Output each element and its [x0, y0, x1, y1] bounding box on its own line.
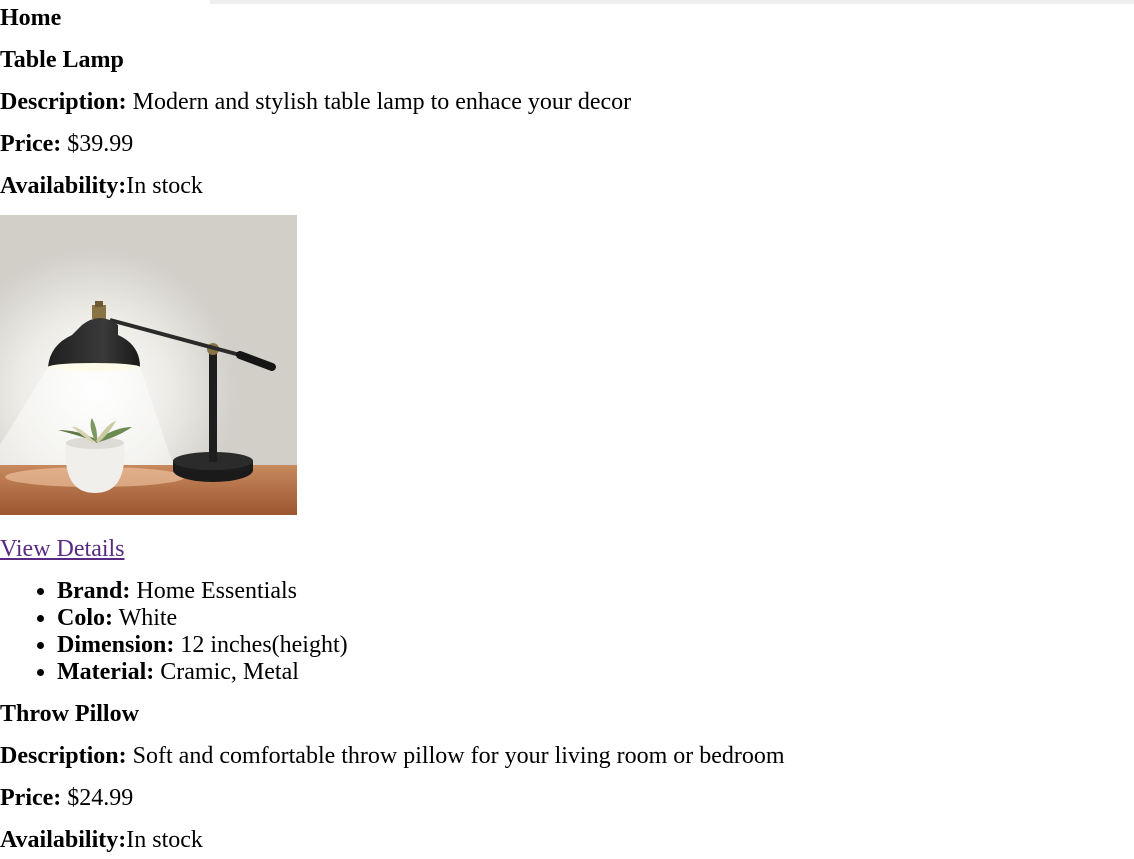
spec-value: White — [113, 605, 178, 631]
spec-label: Dimension: — [57, 632, 175, 658]
spec-label: Colo: — [57, 605, 113, 631]
spec-item-color: Colo: White — [57, 605, 348, 632]
spec-item-brand: Brand: Home Essentials — [57, 578, 348, 605]
product-description: Description: Modern and stylish table la… — [0, 88, 631, 116]
table-lamp-photo — [0, 215, 297, 515]
product-description: Description: Soft and comfortable throw … — [0, 742, 785, 770]
description-text: Modern and stylish table lamp to enhace … — [126, 89, 632, 115]
availability-value: In stock — [126, 173, 203, 199]
product-availability: Availability:In stock — [0, 172, 203, 200]
spec-item-material: Material: Cramic, Metal — [57, 659, 348, 686]
spec-label: Material: — [57, 659, 155, 685]
availability-label: Availability: — [0, 827, 127, 853]
product-price: Price: $24.99 — [0, 784, 133, 812]
availability-value: In stock — [126, 827, 203, 853]
product-price: Price: $39.99 — [0, 130, 133, 158]
spec-value: Cramic, Metal — [154, 659, 299, 685]
description-label: Description: — [0, 89, 127, 115]
spec-label: Brand: — [57, 578, 131, 604]
spec-value: 12 inches(height) — [174, 632, 348, 658]
description-text: Soft and comfortable throw pillow for yo… — [126, 743, 785, 769]
availability-label: Availability: — [0, 173, 127, 199]
price-value: $24.99 — [61, 785, 134, 811]
view-details-link[interactable]: View Details — [0, 536, 125, 562]
price-label: Price: — [0, 785, 62, 811]
top-scroll-edge — [210, 0, 1134, 4]
description-label: Description: — [0, 743, 127, 769]
view-details-link-row: View Details — [0, 535, 125, 563]
price-label: Price: — [0, 131, 62, 157]
product-availability: Availability:In stock — [0, 826, 203, 854]
spec-item-dimension: Dimension: 12 inches(height) — [57, 632, 348, 659]
page-heading: Home — [0, 5, 62, 31]
product-specs-list: Brand: Home Essentials Colo: White Dimen… — [0, 578, 348, 686]
product-title-throw-pillow: Throw Pillow — [0, 701, 139, 727]
product-title-table-lamp: Table Lamp — [0, 47, 124, 73]
price-value: $39.99 — [61, 131, 134, 157]
spec-value: Home Essentials — [130, 578, 297, 604]
